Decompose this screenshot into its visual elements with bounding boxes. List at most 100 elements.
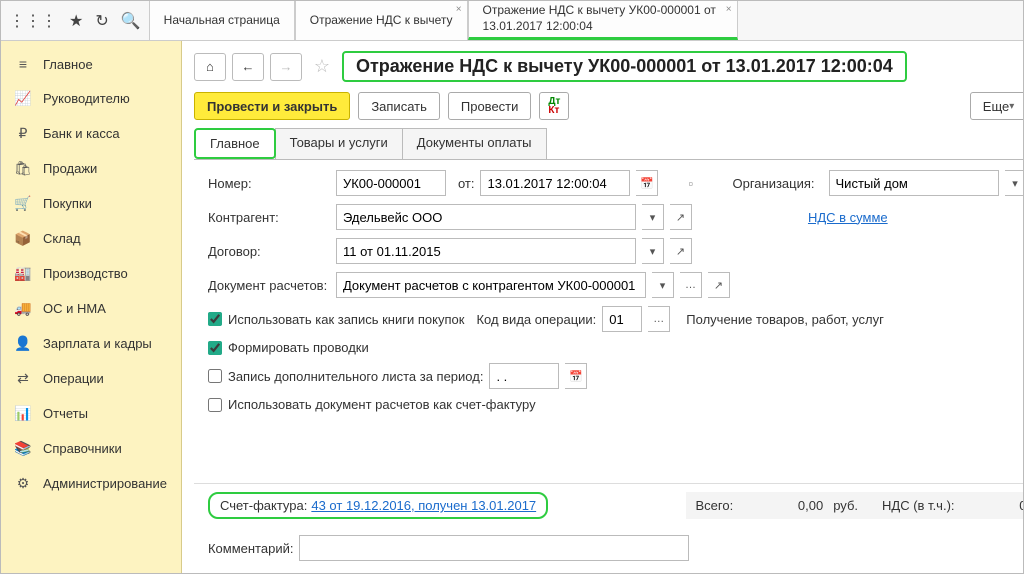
factory-icon: 🏭: [15, 265, 31, 282]
vat-value: 0,00: [965, 498, 1023, 513]
sf-link[interactable]: 43 от 19.12.2016, получен 13.01.2017: [311, 498, 536, 513]
dropdown-icon[interactable]: ▾: [642, 204, 664, 230]
back-button[interactable]: ←: [232, 53, 264, 81]
sidebar-item-production[interactable]: 🏭Производство: [1, 256, 181, 291]
dtkt-button[interactable]: ДтКт: [539, 92, 569, 120]
sidebar-item-manager[interactable]: 📈 Руководителю: [1, 81, 181, 116]
ruble-icon: ₽: [15, 125, 31, 142]
tab-paydocs[interactable]: Документы оплаты: [402, 128, 547, 159]
comment-label: Комментарий:: [208, 541, 294, 556]
sidebar-item-salary[interactable]: 👤 Зарплата и кадры: [1, 326, 181, 361]
org-input[interactable]: [829, 170, 999, 196]
sf-label: Счет-фактура:: [220, 498, 307, 513]
cart-icon: 🛒: [15, 195, 31, 212]
sidebar-item-sales[interactable]: 🛍 Продажи: [1, 151, 181, 186]
vat-label: НДС (в т.ч.):: [882, 498, 955, 513]
tab-home[interactable]: Начальная страница: [149, 1, 295, 40]
sidebar-item-purchases[interactable]: 🛒Покупки: [1, 186, 181, 221]
docrasch-input[interactable]: [336, 272, 646, 298]
post-button[interactable]: Провести: [448, 92, 532, 120]
date-input[interactable]: [480, 170, 630, 196]
sidebar-item-label: Администрирование: [43, 476, 167, 491]
tab-nds-doc[interactable]: Отражение НДС к вычету УК00-000001 от 13…: [468, 1, 738, 40]
totals: Всего: 0,00 руб. НДС (в т.ч.): 0,00: [686, 492, 1023, 519]
total-value: 0,00: [743, 498, 823, 513]
top-icons: ⋮⋮⋮ ★ ↻ 🔍: [1, 1, 149, 40]
dropdown-icon[interactable]: ▾: [652, 272, 674, 298]
favorite-icon[interactable]: ☆: [308, 53, 336, 81]
dropdown-icon[interactable]: ▾: [1005, 170, 1023, 196]
tab-main[interactable]: Главное: [194, 128, 276, 159]
box-icon: 📦: [15, 230, 31, 247]
history-icon[interactable]: ↻: [95, 11, 108, 31]
kontr-label: Контрагент:: [208, 210, 330, 225]
period-input[interactable]: [489, 363, 559, 389]
gear-icon: ⚙: [15, 475, 31, 492]
use-doc-as-sf-checkbox[interactable]: Использовать документ расчетов как счет-…: [208, 397, 536, 412]
sidebar-item-bank[interactable]: ₽Банк и касса: [1, 116, 181, 151]
sidebar-item-main[interactable]: ≡Главное: [1, 47, 181, 81]
swap-icon: ⇄: [15, 370, 31, 387]
kodop-desc: Получение товаров, работ, услуг: [686, 312, 884, 327]
open-icon[interactable]: ↗: [670, 238, 692, 264]
vat-mode-link[interactable]: НДС в сумме: [808, 210, 888, 225]
footer: Счет-фактура: 43 от 19.12.2016, получен …: [194, 483, 1023, 527]
number-label: Номер:: [208, 176, 330, 191]
chart-icon: 📈: [15, 90, 31, 107]
extra-sheet-checkbox[interactable]: Запись дополнительного листа за период:: [208, 369, 483, 384]
person-icon: 👤: [15, 335, 31, 352]
open-icon[interactable]: ↗: [708, 272, 730, 298]
sidebar-item-references[interactable]: 📚Справочники: [1, 431, 181, 466]
sidebar-item-label: Главное: [43, 57, 93, 72]
save-button[interactable]: Записать: [358, 92, 440, 120]
dogovor-input[interactable]: [336, 238, 636, 264]
number-input[interactable]: [336, 170, 446, 196]
bag-icon: 🛍: [15, 160, 31, 177]
open-icon[interactable]: ↗: [670, 204, 692, 230]
form-postings-checkbox[interactable]: Формировать проводки: [208, 340, 369, 355]
tab-goods[interactable]: Товары и услуги: [275, 128, 403, 159]
tab-nds-list[interactable]: Отражение НДС к вычету ×: [295, 1, 468, 40]
sidebar-item-admin[interactable]: ⚙ Администрирование: [1, 466, 181, 501]
search-icon[interactable]: 🔍: [121, 11, 141, 31]
apps-icon[interactable]: ⋮⋮⋮: [9, 11, 57, 31]
post-and-close-button[interactable]: Провести и закрыть: [194, 92, 350, 120]
sidebar-item-label: Операции: [43, 371, 104, 386]
comment-input[interactable]: [299, 535, 689, 561]
sidebar-item-assets[interactable]: 🚚 ОС и НМА: [1, 291, 181, 326]
sidebar-item-label: Справочники: [43, 441, 122, 456]
calendar-icon[interactable]: 📅: [565, 363, 587, 389]
select-icon[interactable]: …: [680, 272, 702, 298]
from-label: от:: [458, 176, 475, 191]
close-icon[interactable]: ×: [456, 4, 462, 15]
dogovor-label: Договор:: [208, 244, 330, 259]
forward-button[interactable]: →: [270, 53, 302, 81]
sidebar-item-label: Зарплата и кадры: [43, 336, 152, 351]
sidebar-item-reports[interactable]: 📊Отчеты: [1, 396, 181, 431]
use-as-book-entry-checkbox[interactable]: Использовать как запись книги покупок: [208, 312, 464, 327]
comment-row: Комментарий:: [182, 527, 1023, 573]
sidebar: ≡Главное 📈 Руководителю ₽Банк и касса 🛍 Пр…: [1, 41, 182, 573]
sidebar-item-label: Отчеты: [43, 406, 88, 421]
kontr-input[interactable]: [336, 204, 636, 230]
page-title: Отражение НДС к вычету УК00-000001 от 13…: [342, 51, 907, 82]
sidebar-item-operations[interactable]: ⇄ Операции: [1, 361, 181, 396]
sidebar-item-label: Продажи: [43, 161, 97, 176]
star-icon[interactable]: ★: [69, 11, 83, 31]
close-icon[interactable]: ×: [726, 4, 732, 15]
more-button[interactable]: Еще: [970, 92, 1023, 120]
sidebar-item-label: Склад: [43, 231, 81, 246]
sidebar-item-warehouse[interactable]: 📦 Склад: [1, 221, 181, 256]
select-icon[interactable]: …: [648, 306, 670, 332]
sidebar-item-label: ОС и НМА: [43, 301, 106, 316]
dropdown-icon[interactable]: ▾: [642, 238, 664, 264]
home-button[interactable]: ⌂: [194, 53, 226, 81]
form-area: Номер: от: 📅 ▫ Организация: ▾ ↗ Контраге…: [194, 159, 1023, 483]
topbar: ⋮⋮⋮ ★ ↻ 🔍 Начальная страница Отражение Н…: [1, 1, 1023, 41]
sidebar-item-label: Руководителю: [43, 91, 130, 106]
calendar-icon[interactable]: 📅: [636, 170, 658, 196]
toolbar: Провести и закрыть Записать Провести ДтК…: [182, 88, 1023, 128]
main-panel: ⌂ ← → ☆ Отражение НДС к вычету УК00-0000…: [182, 41, 1023, 573]
kodop-input[interactable]: [602, 306, 642, 332]
truck-icon: 🚚: [15, 300, 31, 317]
